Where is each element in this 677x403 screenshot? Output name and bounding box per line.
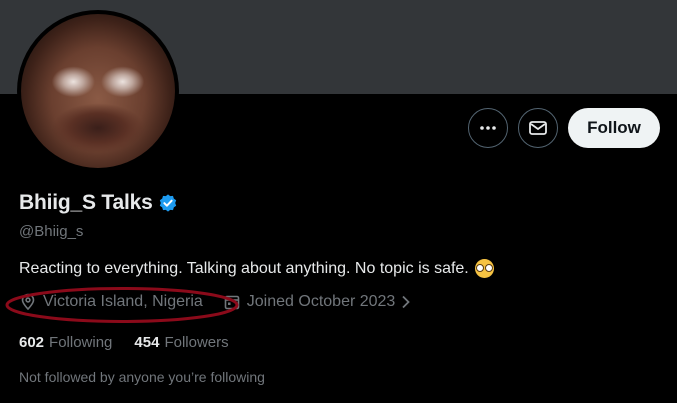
avatar-photo [21,14,175,168]
following-count: 602 [19,334,45,351]
followers-link[interactable]: 454 Followers [134,334,228,351]
profile-bio: Reacting to everything. Talking about an… [19,259,494,278]
chevron-right-icon [402,295,411,309]
followers-label: Followers [164,334,229,351]
following-label: Following [49,334,113,351]
name-row: Bhiig_S Talks [19,191,178,215]
calendar-icon [224,295,240,310]
follow-button[interactable]: Follow [568,108,660,148]
follow-stats: 602 Following 454 Followers [19,334,229,351]
joined-text: Joined October 2023 [246,293,396,310]
following-link[interactable]: 602 Following [19,334,112,351]
bio-text: Reacting to everything. Talking about an… [19,259,469,277]
mail-icon [529,121,547,135]
profile-handle: @Bhiig_s [19,223,84,240]
nerd-face-emoji-icon [474,259,494,278]
profile-avatar[interactable] [17,10,179,172]
location-pin-icon [21,293,35,311]
joined-item[interactable]: Joined October 2023 [223,293,418,311]
profile-meta: Victoria Island, Nigeria Joined October … [19,293,417,311]
more-button[interactable] [468,108,508,148]
more-icon [480,126,496,130]
location-item: Victoria Island, Nigeria [19,293,203,311]
followed-by-note: Not followed by anyone you’re following [19,369,265,385]
display-name: Bhiig_S Talks [19,191,153,214]
verified-badge-icon[interactable] [158,193,178,213]
location-text: Victoria Island, Nigeria [43,293,203,310]
message-button[interactable] [518,108,558,148]
followers-count: 454 [134,334,160,351]
